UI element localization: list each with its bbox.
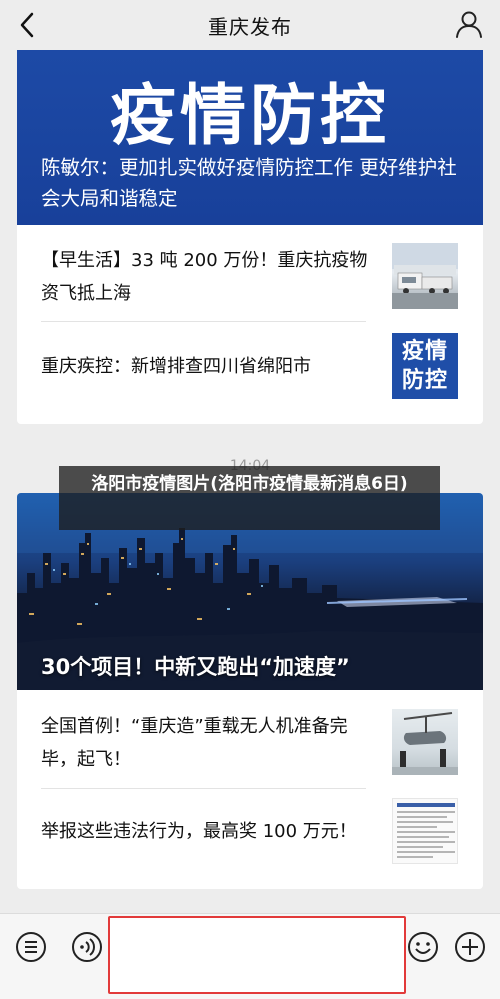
article-title: 【早生活】33 吨 200 万份！重庆抗疫物资飞抵上海 [41,250,368,304]
emoji-icon[interactable] [406,930,440,964]
top-bar: 重庆发布 [0,0,500,50]
banner-caption: 30个项目！中新又跑出“加速度” [41,655,350,679]
lead-article-title: 陈敏尔：更加扎实做好疫情防控工作 更好维护社会大局和谐稳定 [41,156,457,210]
article-title: 重庆疾控：新增排查四川省绵阳市 [41,356,311,377]
epidemic-badge-image: 疫情防控 [392,333,458,399]
plus-icon[interactable] [453,930,487,964]
user-icon[interactable] [454,9,484,39]
voice-icon[interactable] [70,930,104,964]
document-image [392,798,458,864]
badge-text: 疫情防控 [401,339,448,393]
divider [41,321,366,322]
article-title: 全国首例！“重庆造”重载无人机准备完毕，起飞！ [41,716,348,770]
banner-title: 疫情防控 [110,77,390,154]
chat-screen: 重庆发布 疫情防控 陈敏尔：更加扎实做好疫情防控工作 更好维护社会大局和谐稳定 … [0,0,500,999]
chevron-left-icon[interactable] [12,8,44,42]
lead-article-banner[interactable]: 疫情防控 陈敏尔：更加扎实做好疫情防控工作 更好维护社会大局和谐稳定 [17,50,483,225]
article-card[interactable]: 30个项目！中新又跑出“加速度” 全国首例！“重庆造”重载无人机准备完毕，起飞！… [17,493,483,889]
divider [41,788,366,789]
message-input[interactable] [108,916,406,994]
menu-icon[interactable] [14,930,48,964]
article-title: 举报这些违法行为，最高奖 100 万元！ [41,821,357,842]
drone-photo [392,709,458,775]
list-item[interactable]: 【早生活】33 吨 200 万份！重庆抗疫物资飞抵上海 [17,238,483,320]
page-title: 重庆发布 [208,14,292,39]
list-item[interactable]: 重庆疾控：新增排查四川省绵阳市 疫情防控 [17,330,483,410]
truck-photo [392,243,458,309]
article-card[interactable]: 疫情防控 陈敏尔：更加扎实做好疫情防控工作 更好维护社会大局和谐稳定 【早生活】… [17,50,483,424]
bottom-toolbar [0,913,500,999]
list-item[interactable]: 举报这些违法行为，最高奖 100 万元！ [17,793,483,879]
overlay-headline: 洛阳市疫情图片(洛阳市疫情最新消息6日) [59,466,440,530]
list-item[interactable]: 全国首例！“重庆造”重载无人机准备完毕，起飞！ [17,702,483,786]
